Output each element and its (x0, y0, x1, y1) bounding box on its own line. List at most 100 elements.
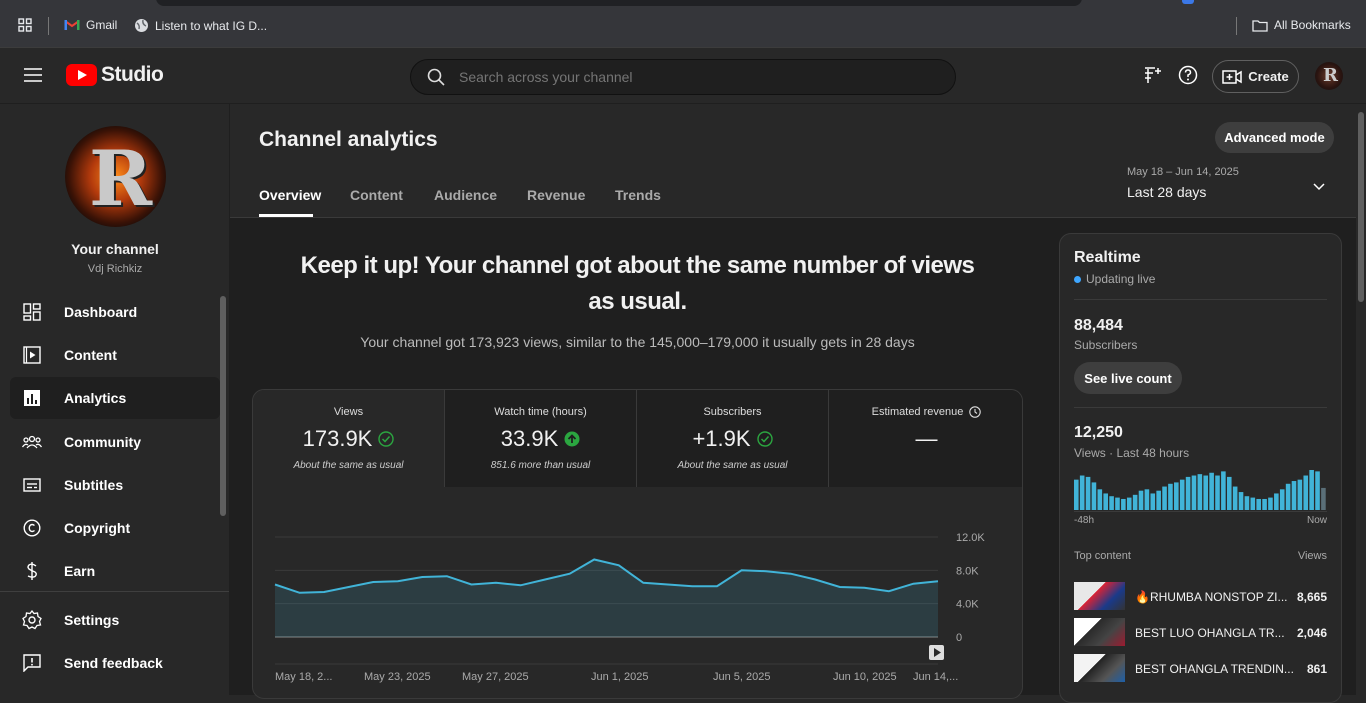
realtime-bar (1127, 498, 1132, 510)
advanced-mode-button[interactable]: Advanced mode (1215, 122, 1334, 153)
tab-overview-underline (259, 214, 313, 217)
headline-line2: as usual. (250, 284, 1025, 320)
bookmarks-divider-2 (1236, 17, 1237, 35)
nav-dashboard[interactable]: Dashboard (10, 291, 220, 333)
main-content: Channel analytics Advanced mode May 18 –… (230, 104, 1356, 695)
nav-community[interactable]: Community (10, 421, 220, 463)
nav-copyright[interactable]: Copyright (10, 507, 220, 549)
check-circle-icon (378, 431, 394, 447)
bookmark-gmail[interactable]: Gmail (64, 18, 117, 32)
realtime-bar (1280, 489, 1285, 510)
realtime-status: Updating live (1074, 272, 1155, 286)
top-content-item[interactable]: BEST OHANGLA TRENDIN... 861 (1074, 654, 1327, 682)
folder-icon (1252, 19, 1268, 32)
y-tick-label: 0 (956, 632, 962, 644)
y-tick-label: 8.0K (956, 565, 979, 577)
y-tick-label: 12.0K (956, 532, 985, 544)
realtime-bar (1209, 473, 1214, 510)
channel-avatar-letter: R (89, 134, 152, 223)
realtime-bar (1174, 482, 1179, 510)
realtime-bar (1139, 491, 1144, 510)
realtime-bar (1268, 498, 1273, 510)
tab-overview[interactable]: Overview (259, 187, 321, 203)
realtime-bar (1192, 476, 1197, 510)
metric-revenue-value: — (916, 426, 938, 452)
sidebar: R Your channel Vdj Richkiz Dashboard Con… (0, 104, 230, 695)
realtime-bar (1239, 492, 1244, 510)
views-area (275, 560, 938, 638)
dashboard-icon (22, 302, 42, 322)
realtime-bar (1227, 477, 1232, 510)
top-content-item[interactable]: 🔥RHUMBA NONSTOP ZI... 8,665 (1074, 582, 1327, 610)
metric-views-sub: About the same as usual (253, 460, 444, 471)
youtube-logo-icon (66, 64, 97, 86)
sidebar-scrollbar[interactable] (220, 296, 226, 516)
metric-revenue[interactable]: Estimated revenue — (829, 390, 1023, 487)
studio-logo[interactable]: Studio (66, 63, 163, 87)
metric-subscribers[interactable]: Subscribers +1.9K About the same as usua… (637, 390, 829, 487)
video-thumbnail (1074, 582, 1125, 610)
realtime-bar (1233, 487, 1238, 510)
all-bookmarks[interactable]: All Bookmarks (1252, 18, 1351, 32)
create-button[interactable]: Create (1212, 60, 1299, 93)
realtime-bar (1080, 476, 1085, 510)
metric-watch-time-value: 33.9K (501, 426, 559, 452)
channel-avatar[interactable]: R (65, 126, 166, 227)
feedback-icon (22, 653, 42, 673)
metric-subscribers-sub: About the same as usual (637, 460, 828, 471)
nav-subtitles[interactable]: Subtitles (10, 464, 220, 506)
apps-grid-icon[interactable] (18, 18, 32, 32)
realtime-divider-2 (1074, 407, 1327, 408)
help-icon[interactable] (1178, 65, 1198, 90)
realtime-status-text: Updating live (1086, 272, 1155, 286)
search-icon[interactable] (427, 68, 445, 86)
metric-views[interactable]: Views 173.9K About the same as usual (253, 390, 445, 487)
settings-icon (22, 610, 42, 630)
realtime-bar (1221, 471, 1226, 510)
copyright-icon (22, 518, 42, 538)
nav-send-feedback-label: Send feedback (64, 655, 163, 671)
chevron-down-icon[interactable] (1313, 178, 1325, 196)
bookmark-listen[interactable]: Listen to what IG D... (134, 18, 267, 33)
nav-settings[interactable]: Settings (10, 599, 220, 641)
tab-trends[interactable]: Trends (615, 187, 661, 203)
search-bar[interactable] (410, 59, 956, 95)
realtime-bar (1198, 474, 1203, 510)
metric-watch-time[interactable]: Watch time (hours) 33.9K 851.6 more than… (445, 390, 637, 487)
check-circle-icon (757, 431, 773, 447)
metric-subscribers-value: +1.9K (692, 426, 750, 452)
nav-content-label: Content (64, 347, 117, 363)
nav-dashboard-label: Dashboard (64, 304, 137, 320)
views-column-label: Views (1298, 550, 1327, 562)
analytics-icon (22, 388, 42, 408)
top-content-title: BEST OHANGLA TRENDIN... (1135, 662, 1294, 676)
metric-views-value: 173.9K (303, 426, 373, 452)
account-avatar[interactable]: R (1315, 62, 1343, 90)
menu-icon[interactable] (24, 68, 42, 87)
tab-content[interactable]: Content (350, 187, 403, 203)
nav-content[interactable]: Content (10, 334, 220, 376)
nav-earn[interactable]: Earn (10, 550, 220, 592)
realtime-axis (1074, 511, 1327, 512)
see-live-count-button[interactable]: See live count (1074, 362, 1182, 394)
tab-audience[interactable]: Audience (434, 187, 497, 203)
date-range-period[interactable]: Last 28 days (1127, 184, 1206, 200)
top-content-views: 8,665 (1297, 590, 1327, 604)
tab-revenue[interactable]: Revenue (527, 187, 585, 203)
create-video-icon (1222, 69, 1242, 85)
realtime-axis-start: -48h (1074, 515, 1094, 526)
nav-analytics[interactable]: Analytics (10, 377, 220, 419)
feedback-sparkle-icon[interactable] (1143, 65, 1163, 90)
realtime-bar (1156, 491, 1161, 510)
top-content-item[interactable]: BEST LUO OHANGLA TR... 2,046 (1074, 618, 1327, 646)
x-tick-label: Jun 5, 2025 (713, 671, 771, 683)
nav-community-label: Community (64, 434, 141, 450)
realtime-bar (1292, 481, 1297, 510)
gmail-icon (64, 19, 80, 31)
search-input[interactable] (459, 69, 919, 85)
page-scrollbar-thumb[interactable] (1358, 112, 1364, 302)
nav-send-feedback[interactable]: Send feedback (10, 642, 220, 684)
nav-earn-label: Earn (64, 563, 95, 579)
realtime-bar (1092, 482, 1097, 510)
realtime-panel: Realtime Updating live 88,484 Subscriber… (1059, 233, 1342, 703)
